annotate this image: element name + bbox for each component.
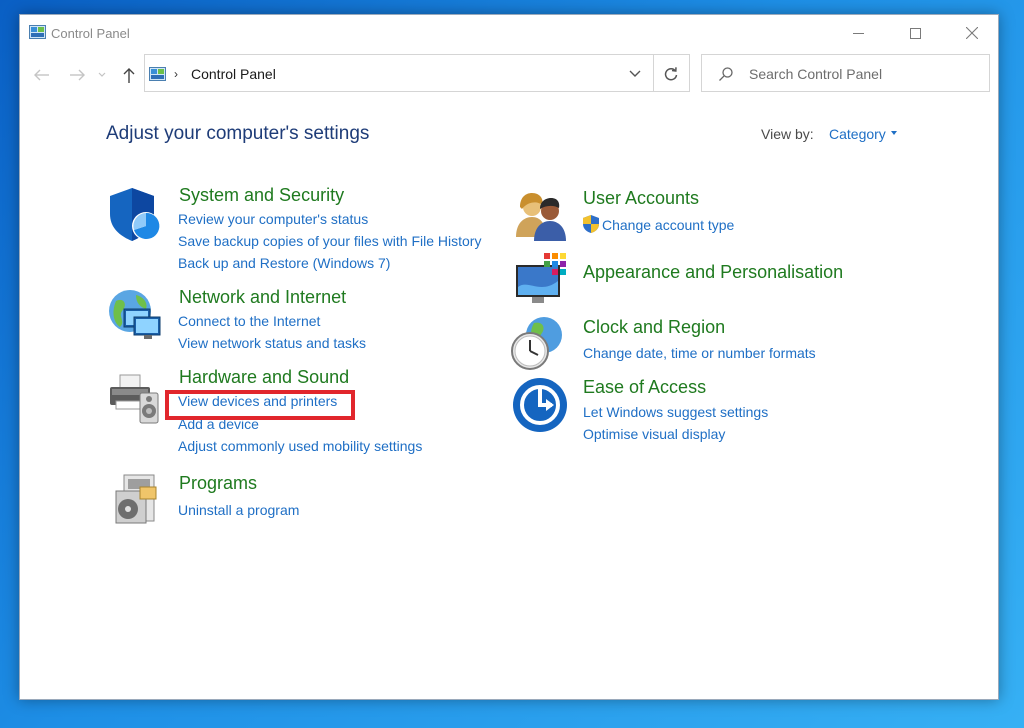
category-programs[interactable]: Programs xyxy=(179,473,257,494)
back-button[interactable] xyxy=(32,65,52,85)
chevron-down-icon xyxy=(629,70,641,77)
control-panel-window: Control Panel › Control Panel Search Con… xyxy=(19,14,999,700)
close-button[interactable] xyxy=(949,15,995,51)
link-backup-restore[interactable]: Back up and Restore (Windows 7) xyxy=(178,255,390,271)
highlight-box xyxy=(165,390,355,420)
link-windows-suggest-settings[interactable]: Let Windows suggest settings xyxy=(583,404,768,420)
maximize-button[interactable] xyxy=(892,15,938,51)
address-divider xyxy=(653,55,654,91)
category-user-accounts[interactable]: User Accounts xyxy=(583,188,699,209)
caret-down-icon[interactable] xyxy=(891,131,897,135)
link-file-history[interactable]: Save backup copies of your files with Fi… xyxy=(178,233,481,249)
refresh-button[interactable] xyxy=(659,63,683,85)
minimize-button[interactable] xyxy=(835,15,881,51)
view-by-dropdown[interactable]: Category xyxy=(829,126,886,142)
link-optimise-visual-display[interactable]: Optimise visual display xyxy=(583,426,725,442)
forward-button[interactable] xyxy=(67,65,87,85)
category-clock-and-region[interactable]: Clock and Region xyxy=(583,317,725,338)
page-title: Adjust your computer's settings xyxy=(106,123,370,144)
network-globe-icon[interactable] xyxy=(106,287,162,343)
title-bar[interactable]: Control Panel xyxy=(20,15,998,51)
address-bar[interactable]: › Control Panel xyxy=(144,54,690,92)
recent-locations-button[interactable] xyxy=(96,65,108,85)
shield-icon[interactable] xyxy=(106,186,162,242)
minimize-icon xyxy=(852,32,864,34)
search-input[interactable]: Search Control Panel xyxy=(749,66,882,82)
breadcrumb[interactable]: Control Panel xyxy=(191,66,276,82)
arrow-up-icon xyxy=(123,68,135,83)
printer-speaker-icon[interactable] xyxy=(106,371,162,427)
address-dropdown-button[interactable] xyxy=(626,65,644,83)
ease-of-access-icon[interactable] xyxy=(512,377,568,433)
category-hardware-and-sound[interactable]: Hardware and Sound xyxy=(179,367,349,388)
close-icon xyxy=(966,27,978,39)
users-icon[interactable] xyxy=(514,189,570,245)
up-button[interactable] xyxy=(119,65,139,85)
link-network-status[interactable]: View network status and tasks xyxy=(178,335,366,351)
link-date-time-formats[interactable]: Change date, time or number formats xyxy=(583,345,816,361)
breadcrumb-chevron-icon: › xyxy=(174,67,178,81)
link-uninstall-program[interactable]: Uninstall a program xyxy=(178,502,299,518)
control-panel-icon xyxy=(149,67,166,81)
chevron-down-icon xyxy=(98,72,106,77)
refresh-icon xyxy=(664,67,678,81)
monitor-palette-icon[interactable] xyxy=(514,251,570,307)
search-box[interactable]: Search Control Panel xyxy=(701,54,990,92)
link-mobility-settings[interactable]: Adjust commonly used mobility settings xyxy=(178,438,422,454)
category-system-and-security[interactable]: System and Security xyxy=(179,185,344,206)
maximize-icon xyxy=(909,27,921,39)
control-panel-icon xyxy=(29,25,46,39)
category-ease-of-access[interactable]: Ease of Access xyxy=(583,377,706,398)
uac-shield-icon xyxy=(583,215,599,233)
programs-icon[interactable] xyxy=(110,471,166,527)
link-change-account-type[interactable]: Change account type xyxy=(602,217,734,233)
clock-globe-icon[interactable] xyxy=(510,315,566,371)
arrow-left-icon xyxy=(34,69,49,81)
arrow-right-icon xyxy=(70,69,85,81)
view-by-label: View by: xyxy=(761,126,814,142)
window-title: Control Panel xyxy=(51,26,130,41)
search-icon xyxy=(719,67,733,81)
category-network-and-internet[interactable]: Network and Internet xyxy=(179,287,346,308)
link-connect-internet[interactable]: Connect to the Internet xyxy=(178,313,320,329)
link-review-status[interactable]: Review your computer's status xyxy=(178,211,368,227)
category-appearance-and-personalisation[interactable]: Appearance and Personalisation xyxy=(583,262,843,283)
